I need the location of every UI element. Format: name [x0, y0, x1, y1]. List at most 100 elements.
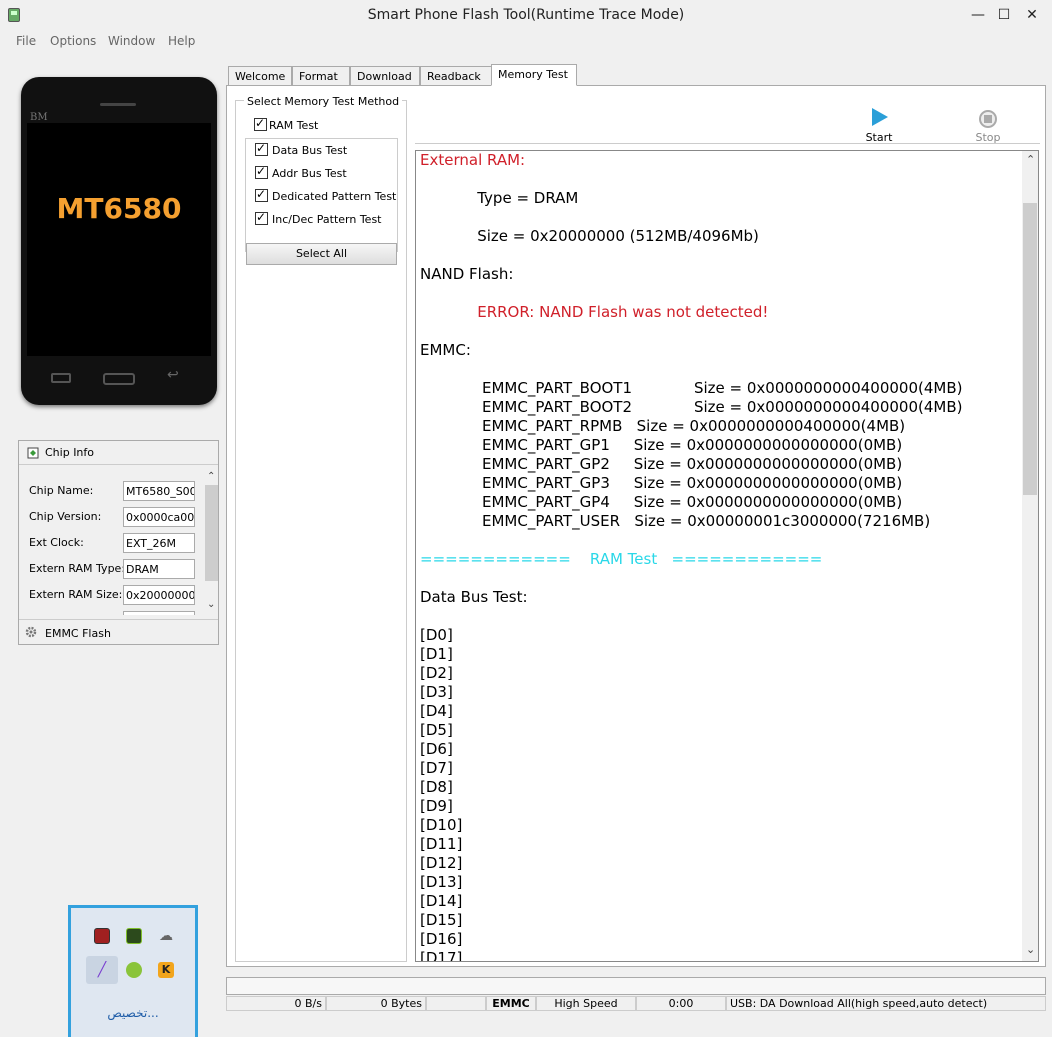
ext-clock-label: Ext Clock:: [29, 536, 84, 549]
status-time: 0:00: [636, 996, 726, 1011]
ext-clock-field[interactable]: EXT_26M: [123, 533, 195, 553]
log-line: ERROR: NAND Flash was not detected!: [420, 303, 769, 321]
status-mode: High Speed: [536, 996, 636, 1011]
ram-size-field[interactable]: 0x20000000: [123, 585, 195, 605]
window-title: Smart Phone Flash Tool(Runtime Trace Mod…: [367, 7, 685, 23]
ext-clock-row: Ext Clock: EXT_26M: [29, 533, 209, 553]
maximize-button[interactable]: ☐: [990, 4, 1018, 26]
method-group-title: Select Memory Test Method: [244, 95, 403, 108]
ram-test-checkbox[interactable]: [254, 116, 267, 131]
status-bytes: 0 Bytes: [326, 996, 426, 1011]
log-line: NAND Flash:: [420, 265, 514, 283]
log-line: [D2]: [420, 664, 453, 682]
chip-scroll-thumb[interactable]: [205, 485, 218, 581]
log-line: EMMC_PART_GP1 Size = 0x0000000000000000(…: [420, 436, 903, 454]
chip-name-field[interactable]: MT6580_S00: [123, 481, 195, 501]
status-storage: EMMC: [486, 996, 536, 1011]
log-scroll-thumb[interactable]: [1023, 203, 1037, 495]
menu-bar: File Options Window Help: [0, 32, 1052, 52]
log-line: EMMC_PART_GP4 Size = 0x0000000000000000(…: [420, 493, 903, 511]
title-bar: Smart Phone Flash Tool(Runtime Trace Mod…: [0, 0, 1052, 32]
ram-size-label: Extern RAM Size:: [29, 588, 123, 601]
k-app-icon[interactable]: K: [158, 962, 174, 978]
customize-link[interactable]: تخصيص...: [71, 1006, 195, 1020]
log-line: [D1]: [420, 645, 453, 663]
log-line: EMMC_PART_GP2 Size = 0x0000000000000000(…: [420, 455, 903, 473]
chip-name-label: Chip Name:: [29, 484, 94, 497]
ram-type-field[interactable]: DRAM: [123, 559, 195, 579]
memory-test-log[interactable]: External RAM: Type = DRAM Size = 0x20000…: [415, 150, 1039, 962]
chip-version-row: Chip Version: 0x0000ca00: [29, 507, 209, 527]
log-line: [D5]: [420, 721, 453, 739]
chip-version-field[interactable]: 0x0000ca00: [123, 507, 195, 527]
log-line: EMMC:: [420, 341, 471, 359]
chip-info-scrollbar[interactable]: ⌃ ⌄: [204, 471, 218, 617]
select-all-button[interactable]: Select All: [246, 243, 397, 265]
emmc-flash-title: EMMC Flash: [45, 627, 111, 640]
chip-row-cutoff: [29, 611, 209, 615]
log-scroll-down-icon[interactable]: ⌄: [1026, 943, 1035, 956]
scroll-up-icon[interactable]: ⌃: [207, 471, 215, 482]
scroll-down-icon[interactable]: ⌄: [207, 599, 215, 610]
close-button[interactable]: ✕: [1018, 4, 1046, 26]
chip-info-header[interactable]: Chip Info: [19, 441, 218, 465]
tab-welcome[interactable]: Welcome: [228, 66, 292, 86]
chip-info-panel: Chip Info Chip Name: MT6580_S00 Chip Ver…: [18, 440, 219, 645]
tab-format[interactable]: Format: [292, 66, 350, 86]
inc-dec-pattern-test-checkbox[interactable]: [255, 210, 268, 225]
chip-model-label: MT6580: [56, 192, 182, 225]
data-bus-test-checkbox[interactable]: [255, 141, 268, 156]
log-line: ============ RAM Test ============: [420, 550, 823, 568]
emmc-flash-header[interactable]: EMMC Flash: [19, 619, 218, 645]
tab-memory-test[interactable]: Memory Test: [491, 64, 577, 86]
play-icon: [872, 108, 888, 126]
log-line: EMMC_PART_BOOT2 Size = 0x000000000040000…: [420, 398, 963, 416]
menu-help[interactable]: Help: [168, 34, 195, 48]
stop-button[interactable]: Stop: [968, 100, 1008, 144]
back-key-icon: ↩: [167, 367, 179, 383]
nvidia-icon[interactable]: [126, 928, 142, 944]
chip-info-icon: [27, 447, 39, 459]
log-line: [D12]: [420, 854, 463, 872]
ram-test-options: Data Bus Test Addr Bus Test Dedicated Pa…: [245, 138, 398, 252]
tab-download[interactable]: Download: [350, 66, 420, 86]
dedicated-pattern-test-checkbox[interactable]: [255, 187, 268, 202]
log-line: [D10]: [420, 816, 463, 834]
inc-dec-pattern-test-label: Inc/Dec Pattern Test: [272, 213, 382, 226]
addr-bus-test-checkbox[interactable]: [255, 164, 268, 179]
addr-bus-test-label: Addr Bus Test: [272, 167, 347, 180]
log-line: [D7]: [420, 759, 453, 777]
log-line: Data Bus Test:: [420, 588, 528, 606]
leaf-icon[interactable]: [126, 962, 142, 978]
menu-options[interactable]: Options: [50, 34, 96, 48]
phone-speaker: [100, 103, 136, 106]
chip-name-row: Chip Name: MT6580_S00: [29, 481, 209, 501]
minimize-button[interactable]: —: [964, 4, 992, 26]
start-button[interactable]: Start: [859, 100, 899, 144]
menu-window[interactable]: Window: [108, 34, 155, 48]
log-line: Type = DRAM: [420, 189, 579, 207]
log-line: [D15]: [420, 911, 463, 929]
log-line: [D4]: [420, 702, 453, 720]
chip-version-label: Chip Version:: [29, 510, 102, 523]
antivirus-icon[interactable]: [94, 928, 110, 944]
chip-field-cutoff: [123, 611, 195, 615]
progress-bar: [226, 977, 1046, 995]
tab-readback[interactable]: Readback: [420, 66, 492, 86]
cloud-icon[interactable]: ☁: [158, 928, 174, 944]
log-line: [D3]: [420, 683, 453, 701]
memory-test-toolbar: Start Stop: [415, 94, 1040, 144]
log-lines: External RAM: Type = DRAM Size = 0x20000…: [420, 151, 1020, 961]
log-scrollbar[interactable]: ⌃ ⌄: [1022, 151, 1038, 961]
data-bus-test-label: Data Bus Test: [272, 144, 348, 157]
ram-test-label: RAM Test: [269, 119, 319, 132]
pen-icon[interactable]: ╱: [94, 962, 110, 978]
log-scroll-up-icon[interactable]: ⌃: [1026, 153, 1035, 166]
menu-file[interactable]: File: [16, 34, 36, 48]
menu-key-icon: [51, 373, 71, 383]
log-line: EMMC_PART_BOOT1 Size = 0x000000000040000…: [420, 379, 963, 397]
